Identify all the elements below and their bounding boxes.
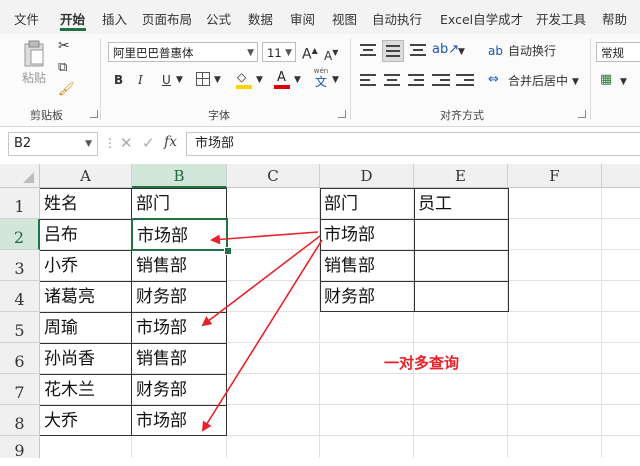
arrow-to-b2 <box>210 231 319 245</box>
annotation-label: 一对多查询 <box>384 354 460 372</box>
arrow-to-b8 <box>201 239 323 432</box>
arrow-to-b5 <box>201 235 321 327</box>
arrow-overlay <box>201 231 323 432</box>
